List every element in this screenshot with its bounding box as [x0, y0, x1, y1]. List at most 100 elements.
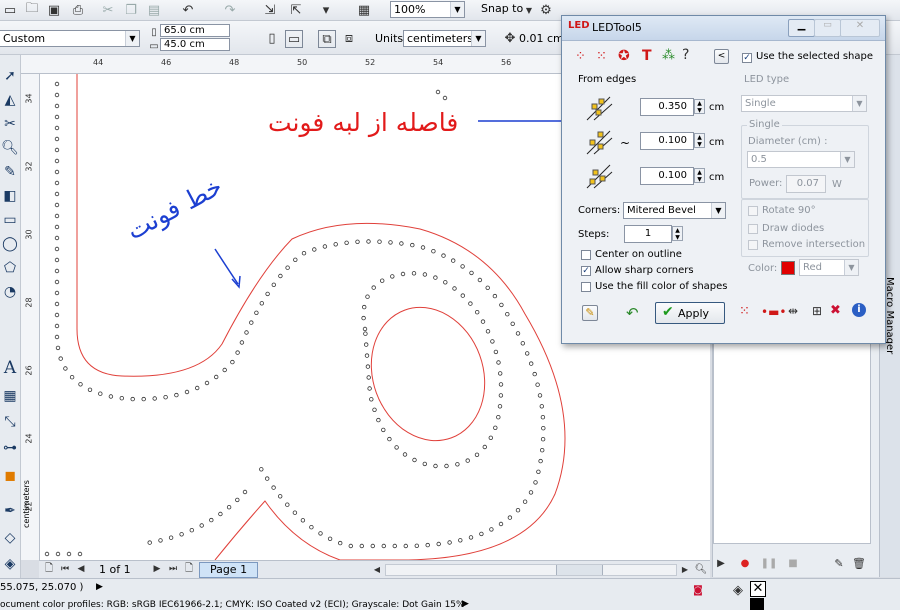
freehand-tool-icon[interactable]: ✎ [0, 161, 20, 183]
page-height-field[interactable]: 45.0 cm [160, 38, 230, 51]
maximize-button[interactable]: ▭ [814, 19, 841, 37]
scroll-right-icon[interactable]: ▶ [677, 561, 693, 577]
info-icon[interactable]: i [852, 303, 866, 317]
smart-fill-icon[interactable]: ◧ [0, 185, 20, 207]
zoom-select[interactable]: 100% ▼ [390, 1, 465, 18]
print-icon[interactable]: ⎙ [70, 2, 86, 18]
stop-icon[interactable]: ■ [785, 555, 801, 571]
launcher-icon[interactable]: ▾ [318, 2, 334, 18]
page-tab[interactable]: Page 1 [199, 562, 258, 578]
play-icon[interactable]: ▶ [713, 555, 729, 571]
outline-tool-icon[interactable]: ◇ [0, 527, 20, 549]
zoom-tool-icon[interactable]: 🔍︎ [0, 137, 20, 159]
open-icon[interactable]: 🗀 [24, 1, 40, 18]
apply-button[interactable]: ✔ Apply [655, 302, 725, 324]
nudge-value[interactable]: 0.01 cm [519, 32, 564, 45]
rotate-checkbox[interactable] [748, 206, 758, 216]
add-page-end-icon[interactable]: 🗋 [181, 561, 197, 577]
text-tool-icon[interactable]: A [0, 357, 20, 379]
edge-value-2[interactable]: 0.100 [640, 132, 694, 150]
redo-icon[interactable]: ↷ [222, 2, 238, 18]
grid-dots-icon[interactable]: ⁘ [575, 49, 586, 64]
export-icon[interactable]: ⇱ [288, 2, 304, 18]
current-page-icon[interactable]: ⧈ [341, 30, 357, 46]
snap-to-button[interactable]: Snap to [481, 2, 523, 15]
page-size-select[interactable]: Custom ▼ [0, 30, 140, 47]
save-icon[interactable]: ▣ [46, 2, 62, 18]
edge-spinner-1[interactable]: ▲ ▼ [694, 99, 705, 114]
corners-select[interactable]: Mitered Bevel ▼ [623, 202, 726, 219]
matrix-dots-icon[interactable]: ⁙ [596, 49, 607, 64]
power-field[interactable]: 0.07 [786, 175, 826, 193]
object-details-icon[interactable]: ◙ [690, 582, 706, 598]
export-script-button[interactable]: ✎ [582, 305, 598, 321]
dots-grid-tool-icon[interactable]: ⁙ [739, 304, 750, 319]
color-select[interactable]: Red ▼ [799, 259, 859, 276]
distribute-icon[interactable]: ⇹ [788, 304, 798, 318]
options-icon[interactable]: ⚙ [538, 2, 554, 18]
next-page-icon[interactable]: ▶ [149, 561, 165, 577]
edge-spinner-2[interactable]: ▲ ▼ [694, 133, 705, 148]
edge-value-3[interactable]: 0.100 [640, 167, 694, 185]
dialog-titlebar[interactable]: LED LEDTool5 ▁ ▭ ✕ [562, 16, 885, 41]
delete-icon[interactable]: 🗑 [851, 555, 867, 571]
fill-tool-icon[interactable]: ◈ [0, 553, 20, 575]
scroll-left-icon[interactable]: ◀ [369, 561, 385, 577]
zoom-nav-icon[interactable]: 🔍︎ [693, 561, 709, 577]
paste-icon[interactable]: ▤ [146, 2, 162, 18]
ring-dots-icon[interactable]: ✪ [618, 48, 630, 64]
edge-spinner-3[interactable]: ▲ ▼ [694, 168, 705, 183]
minimize-button[interactable]: ▁ [788, 19, 815, 37]
center-outline-checkbox[interactable] [581, 250, 591, 260]
eyedropper-icon[interactable]: ✒ [0, 500, 20, 522]
docker-list[interactable] [713, 340, 871, 544]
edge-value-1[interactable]: 0.350 [640, 98, 694, 116]
units-select[interactable]: centimeters ▼ [403, 30, 486, 47]
landscape-icon[interactable]: ▭ [285, 30, 303, 48]
cut-icon[interactable]: ✂ [100, 2, 116, 18]
import-icon[interactable]: ⇲ [262, 2, 278, 18]
steps-spinner[interactable]: ▲ ▼ [672, 226, 683, 241]
connector-tool-icon[interactable]: ⊶ [0, 437, 20, 459]
scroll-thumb[interactable] [556, 565, 603, 575]
copy-icon[interactable]: ❐ [123, 2, 139, 18]
crop-tool-icon[interactable]: ✂ [0, 113, 20, 135]
collapse-button[interactable]: < [714, 49, 729, 64]
close-button[interactable]: ✕ [840, 19, 880, 37]
fullscreen-icon[interactable]: ▦ [356, 2, 372, 18]
align-icon[interactable]: ⊞ [812, 304, 822, 318]
first-page-icon[interactable]: ⏮ [57, 561, 73, 577]
fill-color-checkbox[interactable] [581, 282, 591, 292]
rectangle-tool-icon[interactable]: ▭ [0, 209, 20, 231]
last-page-icon[interactable]: ⏭ [165, 561, 181, 577]
pause-icon[interactable]: ❚❚ [761, 555, 778, 571]
polygon-tool-icon[interactable]: ⬠ [0, 257, 20, 279]
all-pages-icon[interactable]: ⧉ [318, 30, 336, 48]
draw-diodes-checkbox[interactable] [748, 224, 758, 234]
tools-icon[interactable]: ✖ [830, 303, 841, 318]
horizontal-scrollbar[interactable] [385, 564, 677, 576]
use-shape-checkbox[interactable]: ✓ [742, 53, 752, 63]
table-tool-icon[interactable]: ▦ [0, 385, 20, 407]
steps-field[interactable]: 1 [624, 225, 672, 243]
remove-intersection-checkbox[interactable] [748, 240, 758, 250]
pick-tool-icon[interactable]: ➚ [0, 65, 20, 87]
edit-icon[interactable]: ✎ [831, 555, 847, 571]
letter-dots-icon[interactable]: T [642, 48, 652, 64]
scissors-icon[interactable]: ▭ [2, 2, 18, 18]
basic-shapes-icon[interactable]: ◔ [0, 281, 20, 303]
prev-page-icon[interactable]: ◀ [73, 561, 89, 577]
outline-swatch[interactable] [750, 598, 764, 610]
ellipse-tool-icon[interactable]: ◯ [0, 233, 20, 255]
color-dots-icon[interactable]: ⁂ [662, 48, 675, 63]
shape-tool-icon[interactable]: ◭ [0, 89, 20, 111]
diameter-select[interactable]: 0.5 ▼ [747, 151, 855, 168]
undo-icon[interactable]: ↶ [180, 2, 196, 18]
page-width-field[interactable]: 65.0 cm [160, 24, 230, 37]
blend-tool-icon[interactable]: ◼ [0, 465, 20, 487]
color-swatch[interactable] [781, 261, 795, 275]
sharp-corners-checkbox[interactable]: ✓ [581, 266, 591, 276]
fill-indicator-icon[interactable]: ◈ [730, 582, 746, 598]
dimension-tool-icon[interactable]: ⤡ [0, 411, 20, 433]
no-fill-swatch[interactable]: ✕ [750, 581, 766, 597]
